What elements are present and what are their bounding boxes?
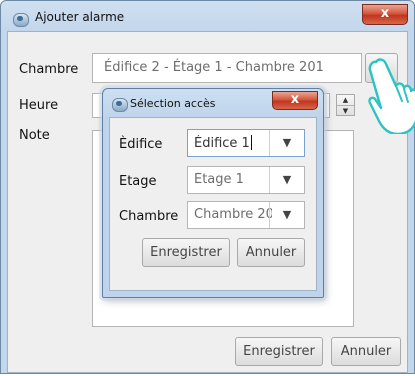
save-button[interactable]: Enregistrer [235, 337, 323, 366]
hand-pointer-icon [368, 58, 415, 134]
window-title: Ajouter alarme [35, 10, 125, 24]
text-caret [250, 135, 252, 150]
heure-spinner[interactable]: ▲ ▼ [336, 94, 355, 116]
dialog-cancel-button[interactable]: Annuler [237, 238, 305, 267]
etage-label: Etage [119, 174, 157, 189]
chevron-down-icon[interactable]: ▼ [269, 167, 304, 193]
chevron-down-icon[interactable]: ▼ [269, 130, 304, 156]
spinner-up-icon[interactable]: ▲ [337, 95, 354, 105]
edifice-select[interactable]: Édifice 1 ▼ [187, 129, 305, 157]
chevron-down-icon[interactable]: ▼ [269, 202, 304, 228]
chambre-value: Chambre 20 [194, 207, 272, 222]
note-label: Note [19, 128, 50, 143]
dialog-client-area: Èdifice Édifice 1 ▼ Etage Étage 1 ▼ Cham… [109, 117, 317, 291]
dialog-title: Sélection accès [130, 97, 216, 110]
etage-select[interactable]: Étage 1 ▼ [187, 166, 305, 194]
cancel-button[interactable]: Annuler [331, 337, 401, 366]
dialog-save-button[interactable]: Enregistrer [142, 238, 230, 267]
app-logo-icon [13, 13, 29, 27]
chambre-field[interactable]: Édifice 2 - Étage 1 - Chambre 201 [92, 53, 362, 83]
dialog-close-button[interactable]: x [272, 91, 318, 110]
dialog-logo-icon [112, 98, 128, 112]
spinner-down-icon[interactable]: ▼ [337, 105, 354, 116]
chambre-select[interactable]: Chambre 20 ▼ [187, 201, 305, 229]
access-selection-dialog: Sélection accès x Èdifice Édifice 1 ▼ Et… [102, 88, 324, 298]
window-close-button[interactable]: x [362, 4, 408, 25]
heure-label: Heure [19, 98, 59, 113]
dialog-chambre-label: Chambre [119, 209, 179, 224]
edifice-value: Édifice 1 [194, 135, 252, 151]
etage-value: Étage 1 [194, 172, 244, 187]
chambre-label: Chambre [19, 62, 79, 77]
window-title-bar[interactable]: Ajouter alarme x [1, 1, 414, 33]
edifice-label: Èdifice [119, 137, 163, 152]
